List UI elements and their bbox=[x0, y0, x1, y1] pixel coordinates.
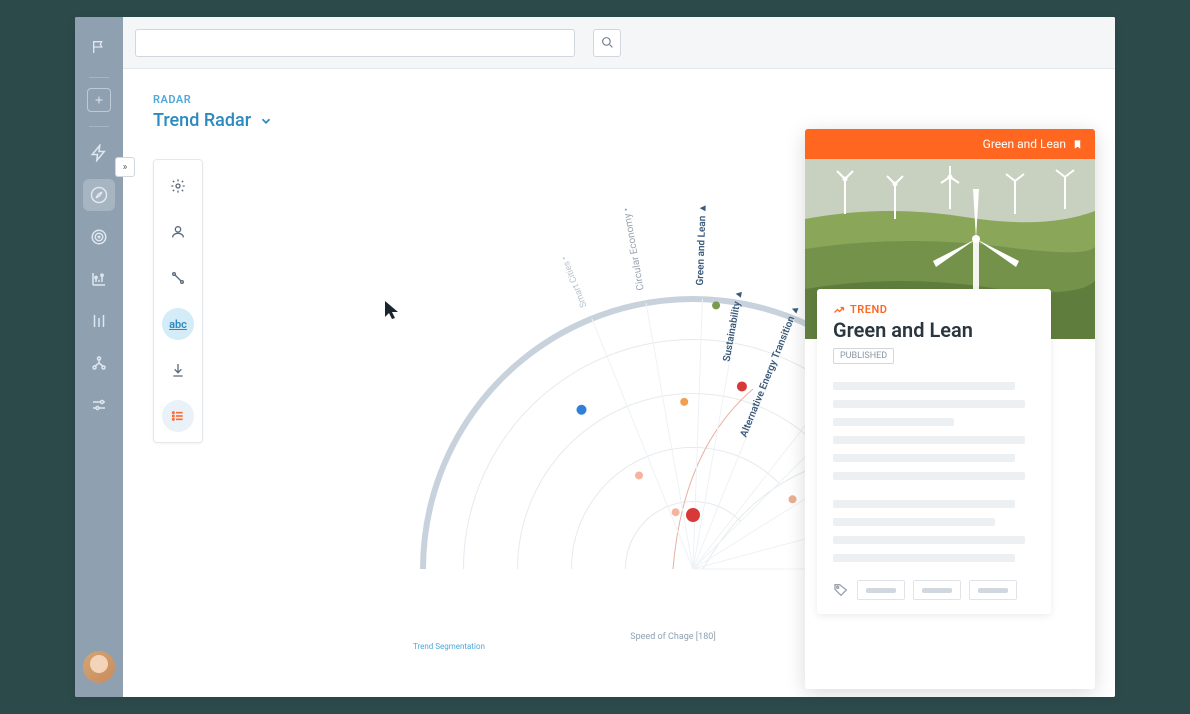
compass-icon[interactable] bbox=[83, 179, 115, 211]
app-frame: » ▾ RADAR Trend Radar bbox=[75, 17, 1115, 697]
card-status-badge: PUBLISHED bbox=[833, 348, 894, 364]
bolt-icon[interactable] bbox=[83, 137, 115, 169]
flag-icon[interactable] bbox=[83, 31, 115, 63]
card-tags bbox=[833, 580, 1035, 600]
svg-text:Smart Cities •: Smart Cities • bbox=[560, 255, 590, 309]
svg-text:Speed of Chage [180]: Speed of Chage [180] bbox=[630, 632, 715, 642]
radar-chart[interactable]: Climate Change ▲Climate-Resilient Infras… bbox=[253, 169, 813, 669]
topbar: ▾ bbox=[123, 17, 1115, 69]
card-body: TREND Green and Lean PUBLISHED bbox=[817, 289, 1051, 614]
list-button[interactable] bbox=[162, 400, 194, 432]
bookmark-icon bbox=[1072, 139, 1083, 150]
trend-card[interactable]: Green and Lean bbox=[805, 129, 1095, 689]
profile-button[interactable] bbox=[162, 216, 194, 248]
card-banner-title: Green and Lean bbox=[983, 137, 1066, 151]
card-banner: Green and Lean bbox=[805, 129, 1095, 159]
svg-text:Circular Economy •: Circular Economy • bbox=[621, 207, 646, 291]
page-title-text: Trend Radar bbox=[153, 110, 251, 131]
sliders-icon[interactable] bbox=[83, 389, 115, 421]
cursor-icon bbox=[383, 299, 401, 321]
trend-icon bbox=[833, 304, 845, 316]
card-eyebrow: TREND bbox=[833, 303, 1035, 316]
svg-text:Green and Lean ▲: Green and Lean ▲ bbox=[695, 203, 709, 286]
svg-text:Trend Segmentation: Trend Segmentation bbox=[413, 642, 485, 651]
chart-icon[interactable] bbox=[83, 263, 115, 295]
chevron-down-icon bbox=[259, 114, 273, 128]
search-input[interactable] bbox=[135, 29, 575, 57]
divider bbox=[89, 126, 109, 127]
main: ▾ RADAR Trend Radar bbox=[123, 17, 1115, 697]
avatar[interactable] bbox=[83, 651, 115, 683]
sidebar: » bbox=[75, 17, 123, 697]
svg-text:Alternative Energy Transition: Alternative Energy Transition ▲ bbox=[739, 303, 802, 439]
card-placeholder bbox=[833, 382, 1035, 562]
page-title[interactable]: Trend Radar bbox=[153, 110, 1085, 131]
radar-toolbar: abc bbox=[153, 159, 203, 443]
tag-chip[interactable] bbox=[913, 580, 961, 600]
labels-button[interactable]: abc bbox=[162, 308, 194, 340]
settings-button[interactable] bbox=[162, 170, 194, 202]
divider bbox=[89, 77, 109, 78]
tag-chip[interactable] bbox=[969, 580, 1017, 600]
tag-chip[interactable] bbox=[857, 580, 905, 600]
target-icon[interactable] bbox=[83, 221, 115, 253]
add-button[interactable] bbox=[87, 88, 111, 112]
network-icon[interactable] bbox=[83, 347, 115, 379]
columns-icon[interactable] bbox=[83, 305, 115, 337]
card-title: Green and Lean bbox=[833, 318, 1035, 342]
search-button[interactable] bbox=[593, 29, 621, 57]
page-eyebrow: RADAR bbox=[153, 93, 1085, 106]
tag-icon bbox=[833, 582, 849, 598]
download-button[interactable] bbox=[162, 354, 194, 386]
connections-button[interactable] bbox=[162, 262, 194, 294]
content: RADAR Trend Radar abc bbox=[123, 69, 1115, 697]
